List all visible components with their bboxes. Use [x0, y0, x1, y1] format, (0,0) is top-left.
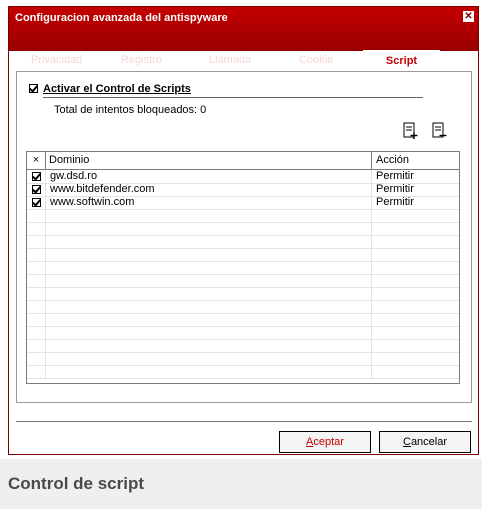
- table-row: [27, 365, 459, 379]
- table-row: [27, 339, 459, 353]
- row-domain-cell: [45, 313, 372, 326]
- table-row: [27, 209, 459, 223]
- row-domain-cell: [45, 287, 372, 300]
- row-check-cell: [27, 326, 46, 339]
- table-row: [27, 287, 459, 301]
- row-domain-cell: [45, 248, 372, 261]
- row-domain-cell: [45, 274, 372, 287]
- row-check-cell: [27, 313, 46, 326]
- add-domain-icon[interactable]: [403, 122, 419, 140]
- row-check-cell: [27, 183, 46, 196]
- table-row: [27, 222, 459, 236]
- cancel-button[interactable]: Cancelar: [379, 431, 471, 453]
- row-action-cell: [372, 261, 459, 274]
- row-domain-cell: [45, 365, 372, 378]
- row-check-cell: [27, 261, 46, 274]
- row-check-cell: [27, 222, 46, 235]
- tab-script[interactable]: Script: [363, 50, 440, 72]
- table-row: [27, 274, 459, 288]
- row-action-cell: [372, 248, 459, 261]
- row-check-cell: [27, 274, 46, 287]
- settings-window: Configuracion avanzada del antispyware ✕…: [8, 6, 479, 455]
- row-action-cell: [372, 274, 459, 287]
- table-header: × Dominio Acción: [27, 152, 459, 170]
- row-check-cell: [27, 248, 46, 261]
- row-check-cell: [27, 365, 46, 378]
- row-action-cell: [372, 365, 459, 378]
- table-row: [27, 261, 459, 275]
- tab-privacidad[interactable]: Privacidad: [31, 54, 82, 66]
- domain-table: × Dominio Acción gw.dsd.ro Permitir www.bi…: [26, 151, 460, 384]
- accept-button-label: ceptar: [313, 436, 344, 448]
- column-header-check[interactable]: ×: [27, 152, 46, 169]
- row-domain-cell: [45, 209, 372, 222]
- row-checkbox[interactable]: [32, 185, 41, 194]
- caption-bar: Control de script: [0, 459, 482, 509]
- table-row: [27, 352, 459, 366]
- table-row: [27, 248, 459, 262]
- table-row: [27, 326, 459, 340]
- row-action-cell: [372, 222, 459, 235]
- row-check-cell: [27, 339, 46, 352]
- row-check-cell: [27, 287, 46, 300]
- row-check-cell: [27, 300, 46, 313]
- row-action-cell: [372, 300, 459, 313]
- row-check-cell: [27, 235, 46, 248]
- row-action-cell[interactable]: Permitir: [372, 196, 459, 209]
- row-action-cell[interactable]: Permitir: [372, 183, 459, 196]
- column-header-domain[interactable]: Dominio: [45, 152, 372, 169]
- row-check-cell: [27, 209, 46, 222]
- table-row: [27, 300, 459, 314]
- tab-registro[interactable]: Registro: [121, 54, 162, 66]
- row-domain-cell: gw.dsd.ro: [45, 170, 372, 183]
- row-action-cell: [372, 209, 459, 222]
- row-domain-cell: [45, 300, 372, 313]
- row-checkbox[interactable]: [32, 172, 41, 181]
- row-domain-cell: [45, 326, 372, 339]
- row-check-cell: [27, 352, 46, 365]
- divider: [43, 97, 423, 98]
- row-domain-cell: [45, 261, 372, 274]
- row-action-cell: [372, 352, 459, 365]
- row-domain-cell: [45, 352, 372, 365]
- blocked-count-text: Total de intentos bloqueados: 0: [54, 104, 207, 116]
- title-bar: Configuracion avanzada del antispyware ✕: [9, 7, 478, 51]
- table-row[interactable]: www.bitdefender.com Permitir: [27, 183, 459, 197]
- close-icon[interactable]: ✕: [463, 11, 474, 22]
- script-panel: Activar el Control de Scripts Total de i…: [16, 71, 472, 403]
- row-domain-cell: [45, 339, 372, 352]
- row-check-cell: [27, 170, 46, 183]
- column-header-action[interactable]: Acción: [372, 152, 459, 169]
- cancel-button-label: ancelar: [410, 436, 448, 448]
- row-domain-cell: [45, 235, 372, 248]
- cancel-button-hotkey: C: [402, 436, 411, 448]
- table-row[interactable]: www.softwin.com Permitir: [27, 196, 459, 210]
- enable-script-control-checkbox[interactable]: [29, 84, 38, 93]
- table-row: [27, 235, 459, 249]
- caption-text: Control de script: [8, 474, 145, 493]
- row-action-cell: [372, 326, 459, 339]
- row-action-cell: [372, 287, 459, 300]
- window-title: Configuracion avanzada del antispyware: [15, 12, 228, 24]
- table-row[interactable]: gw.dsd.ro Permitir: [27, 170, 459, 184]
- row-action-cell[interactable]: Permitir: [372, 170, 459, 183]
- row-domain-cell: www.bitdefender.com: [45, 183, 372, 196]
- row-domain-cell: [45, 222, 372, 235]
- enable-script-control-label[interactable]: Activar el Control de Scripts: [43, 83, 191, 95]
- table-row: [27, 313, 459, 327]
- tab-llamada[interactable]: Llamada: [209, 54, 251, 66]
- row-action-cell: [372, 313, 459, 326]
- tab-cookie[interactable]: Cookie: [299, 54, 333, 66]
- row-check-cell: [27, 196, 46, 209]
- row-action-cell: [372, 235, 459, 248]
- row-checkbox[interactable]: [32, 198, 41, 207]
- row-action-cell: [372, 339, 459, 352]
- divider: [16, 421, 472, 422]
- remove-domain-icon[interactable]: [432, 122, 448, 140]
- tab-bar: Privacidad Registro Llamada Cookie Scrip…: [9, 50, 478, 72]
- row-domain-cell: www.softwin.com: [45, 196, 372, 209]
- accept-button[interactable]: Aceptar: [279, 431, 371, 453]
